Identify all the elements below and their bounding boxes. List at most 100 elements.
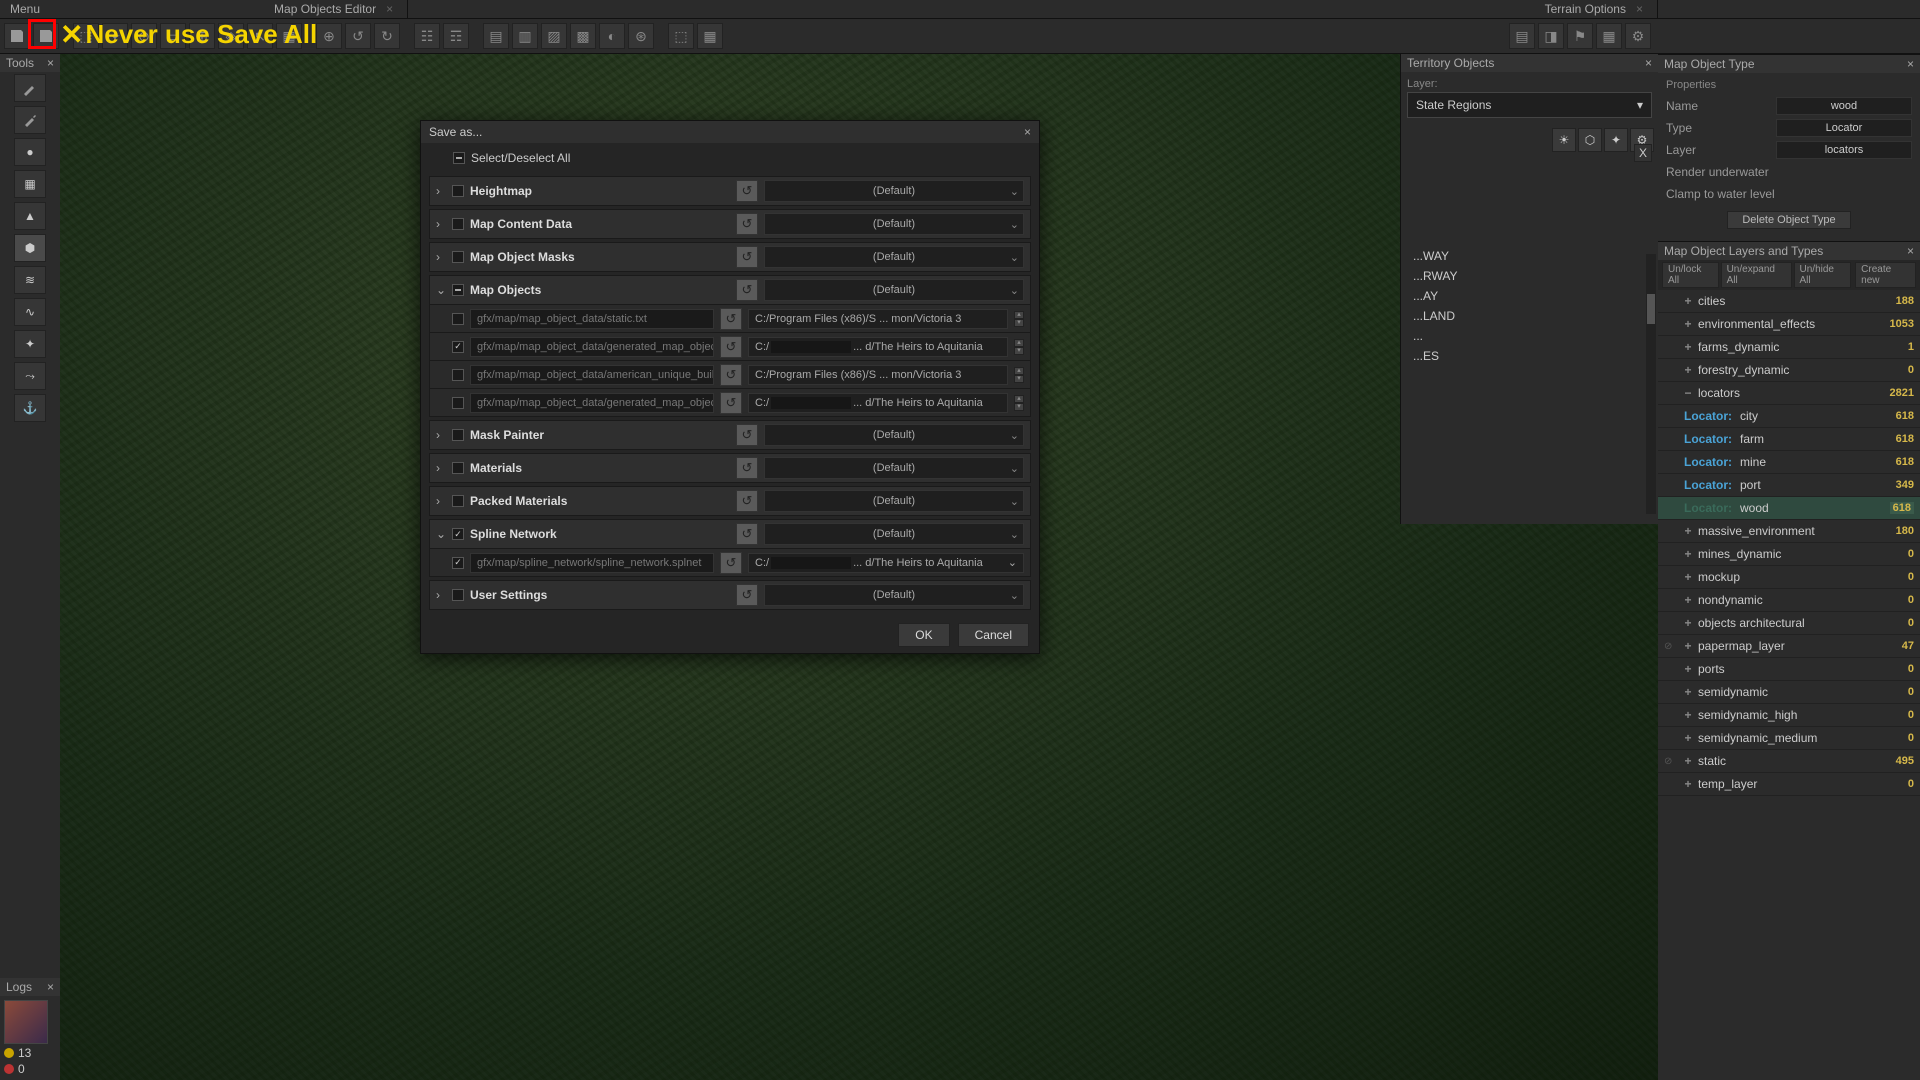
layer-item[interactable]: ⊘+static495	[1658, 750, 1920, 773]
locator-item[interactable]: Locator:port349	[1658, 474, 1920, 497]
chevron-down-icon[interactable]: ⌄	[1010, 589, 1019, 602]
tab-terrain-options[interactable]: Terrain Options×	[1531, 0, 1658, 18]
layer-item[interactable]: +environmental_effects1053	[1658, 313, 1920, 336]
object-tool[interactable]: ⬢	[14, 234, 46, 262]
close-icon[interactable]: ×	[47, 56, 54, 70]
stepper[interactable]: ▴▾	[1014, 339, 1024, 355]
stepper[interactable]: ▴▾	[1014, 311, 1024, 327]
layer-item[interactable]: +semidynamic0	[1658, 681, 1920, 704]
path-select[interactable]: (Default)⌄	[764, 490, 1024, 512]
tool-button[interactable]: ⊕	[316, 23, 342, 49]
reset-button[interactable]: ↺	[736, 213, 758, 235]
scrollbar[interactable]	[1646, 254, 1656, 514]
chevron-icon[interactable]: ›	[436, 428, 446, 442]
layer-item[interactable]: +forestry_dynamic0	[1658, 359, 1920, 382]
reset-button[interactable]: ↺	[720, 392, 742, 414]
destination-path[interactable]: C:/... d/The Heirs to Aquitania⌄	[748, 553, 1024, 573]
locator-item[interactable]: Locator:mine618	[1658, 451, 1920, 474]
file-checkbox[interactable]	[452, 341, 464, 353]
spline-tool[interactable]: ⤳	[14, 362, 46, 390]
reset-button[interactable]: ↺	[720, 364, 742, 386]
expand-icon[interactable]: +	[1682, 731, 1694, 745]
tool-button[interactable]: ◨	[1538, 23, 1564, 49]
tool-button[interactable]: ⬚	[668, 23, 694, 49]
reset-button[interactable]: ↺	[736, 523, 758, 545]
file-path[interactable]: gfx/map/map_object_data/generated_map_ob…	[470, 337, 714, 357]
file-checkbox[interactable]	[452, 397, 464, 409]
section-checkbox[interactable]	[452, 589, 464, 601]
layer-item[interactable]: +semidynamic_high0	[1658, 704, 1920, 727]
reset-button[interactable]: ↺	[736, 490, 758, 512]
gear-icon[interactable]: ⚙	[1625, 23, 1651, 49]
chevron-down-icon[interactable]: ⌄	[1008, 556, 1017, 569]
unexpand-all-button[interactable]: Un/expand All	[1721, 262, 1792, 288]
file-checkbox[interactable]	[452, 369, 464, 381]
file-path[interactable]: gfx/map/map_object_data/static.txt	[470, 309, 714, 329]
locator-item[interactable]: Locator:farm618	[1658, 428, 1920, 451]
expand-icon[interactable]: −	[1682, 386, 1694, 400]
layer-item[interactable]: −locators2821	[1658, 382, 1920, 405]
expand-icon[interactable]: +	[1682, 294, 1694, 308]
tab-map-objects-editor[interactable]: Map Objects Editor×	[260, 0, 408, 18]
expand-icon[interactable]: +	[1682, 616, 1694, 630]
anchor-tool[interactable]: ⚓	[14, 394, 46, 422]
grid-tool[interactable]: ▦	[14, 170, 46, 198]
tool-button[interactable]: ▤	[1509, 23, 1535, 49]
tool-button[interactable]: ◈	[218, 23, 244, 49]
close-icon[interactable]: ×	[1024, 125, 1031, 139]
territory-list-item[interactable]: ...ES	[1401, 346, 1658, 366]
hidden-icon[interactable]: ⊘	[1664, 756, 1678, 767]
chevron-icon[interactable]: ⌄	[436, 283, 446, 297]
tool-button[interactable]: ⊙	[131, 23, 157, 49]
chevron-icon[interactable]: ›	[436, 461, 446, 475]
path-select[interactable]: (Default)⌄	[764, 180, 1024, 202]
section-checkbox[interactable]	[452, 462, 464, 474]
destination-path[interactable]: C:/... d/The Heirs to Aquitania	[748, 393, 1008, 413]
destination-path[interactable]: C:/Program Files (x86)/S ... mon/Victori…	[748, 309, 1008, 329]
close-icon[interactable]: ×	[1645, 56, 1652, 70]
chevron-down-icon[interactable]: ⌄	[1010, 218, 1019, 231]
tool-button[interactable]: ☷	[414, 23, 440, 49]
layer-select[interactable]: State Regions▾	[1407, 92, 1652, 118]
expand-icon[interactable]: +	[1682, 524, 1694, 538]
expand-icon[interactable]: +	[1682, 340, 1694, 354]
layer-item[interactable]: +farms_dynamic1	[1658, 336, 1920, 359]
close-icon[interactable]: ×	[47, 980, 54, 994]
reset-button[interactable]: ↺	[736, 246, 758, 268]
section-header[interactable]: › Heightmap ↺ (Default)⌄	[429, 176, 1031, 206]
file-checkbox[interactable]	[452, 557, 464, 569]
layer-item[interactable]: +mockup0	[1658, 566, 1920, 589]
reset-button[interactable]: ↺	[720, 336, 742, 358]
ok-button[interactable]: OK	[898, 623, 949, 647]
expand-icon[interactable]: +	[1682, 777, 1694, 791]
chevron-down-icon[interactable]: ⌄	[1010, 528, 1019, 541]
expand-icon[interactable]: +	[1682, 593, 1694, 607]
reset-button[interactable]: ↺	[736, 584, 758, 606]
territory-list-item[interactable]: ...	[1401, 326, 1658, 346]
layer-item[interactable]: +nondynamic0	[1658, 589, 1920, 612]
close-icon[interactable]: ×	[1907, 57, 1914, 71]
tool-button[interactable]: ▦	[1596, 23, 1622, 49]
path-select[interactable]: (Default)⌄	[764, 213, 1024, 235]
layer-tool[interactable]: ≋	[14, 266, 46, 294]
close-icon[interactable]: ×	[386, 2, 393, 16]
menu-button[interactable]: Menu	[0, 2, 50, 16]
unlock-all-button[interactable]: Un/lock All	[1662, 262, 1719, 288]
expand-icon[interactable]: +	[1682, 662, 1694, 676]
cancel-button[interactable]: Cancel	[958, 623, 1029, 647]
section-checkbox[interactable]	[452, 429, 464, 441]
chevron-icon[interactable]: ›	[436, 184, 446, 198]
reset-button[interactable]: ↺	[736, 424, 758, 446]
chevron-down-icon[interactable]: ⌄	[1010, 185, 1019, 198]
tool-button[interactable]: ▤	[483, 23, 509, 49]
path-select[interactable]: (Default)⌄	[764, 584, 1024, 606]
section-checkbox[interactable]	[452, 284, 464, 296]
close-button[interactable]: X	[1634, 144, 1652, 162]
section-header[interactable]: › Mask Painter ↺ (Default)⌄	[429, 420, 1031, 450]
hidden-icon[interactable]: ⊘	[1664, 641, 1678, 652]
expand-icon[interactable]: +	[1682, 317, 1694, 331]
expand-icon[interactable]: +	[1682, 685, 1694, 699]
tool-button[interactable]: ⚑	[1567, 23, 1593, 49]
section-checkbox[interactable]	[452, 528, 464, 540]
chevron-down-icon[interactable]: ⌄	[1010, 251, 1019, 264]
